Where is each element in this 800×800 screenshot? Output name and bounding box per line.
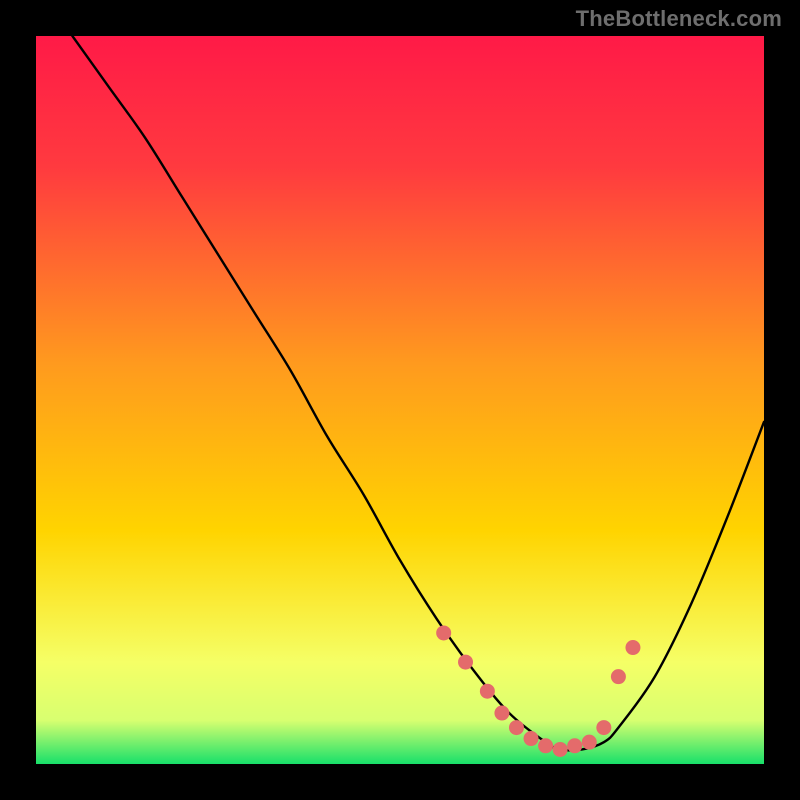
chart-frame: TheBottleneck.com [0, 0, 800, 800]
curve-marker [480, 684, 495, 699]
curve-marker [567, 738, 582, 753]
curve-marker [611, 669, 626, 684]
gradient-background [36, 36, 764, 764]
curve-marker [625, 640, 640, 655]
curve-marker [524, 731, 539, 746]
curve-marker [553, 742, 568, 757]
curve-marker [509, 720, 524, 735]
curve-marker [596, 720, 611, 735]
curve-marker [458, 655, 473, 670]
bottleneck-plot [0, 0, 800, 800]
watermark-text: TheBottleneck.com [576, 6, 782, 32]
curve-marker [436, 625, 451, 640]
curve-marker [582, 735, 597, 750]
curve-marker [494, 706, 509, 721]
curve-marker [538, 738, 553, 753]
